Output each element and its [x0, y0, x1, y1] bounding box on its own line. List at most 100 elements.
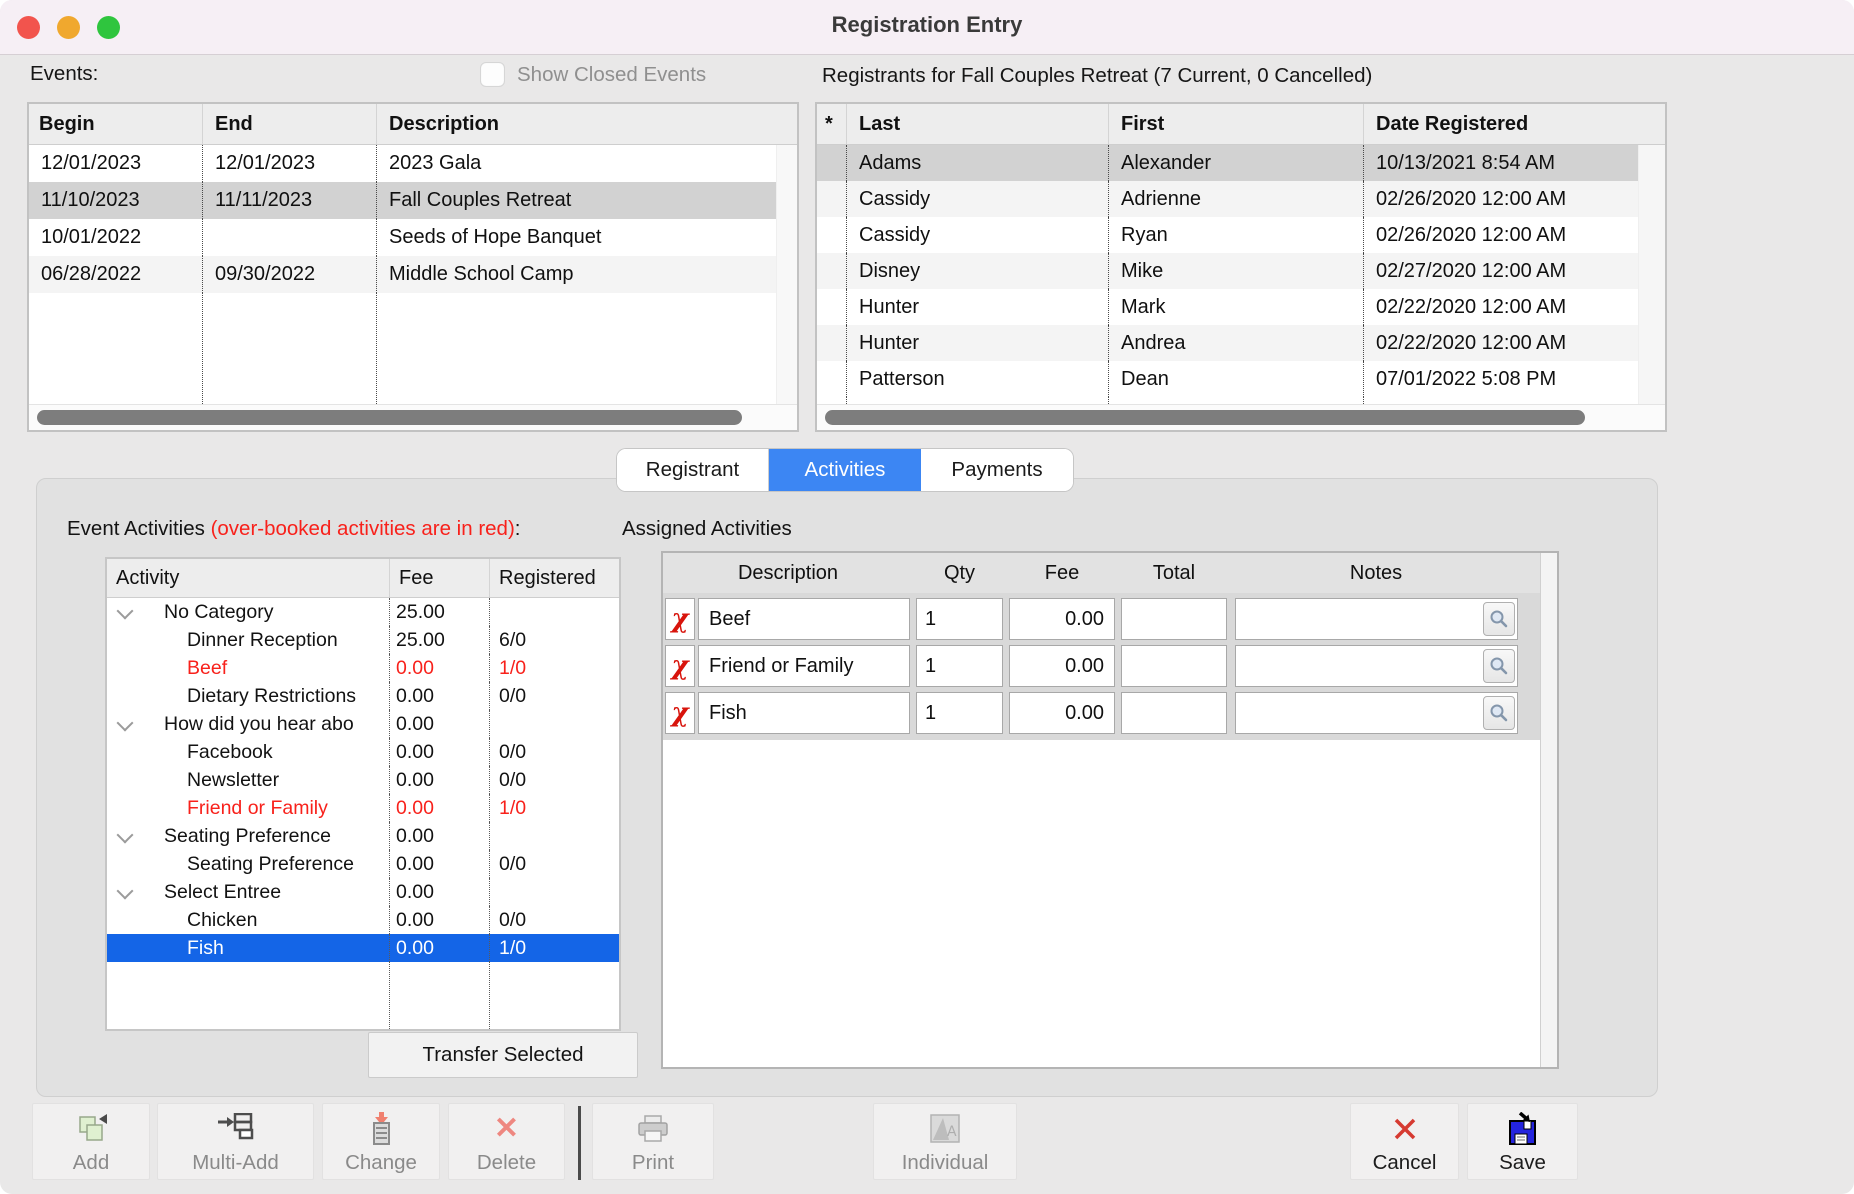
remove-activity-icon[interactable]: χ [671, 606, 688, 632]
table-row[interactable]: Patterson Dean 07/01/2022 5:08 PM [817, 361, 1665, 397]
event-end [203, 219, 377, 256]
activity-fee-cell: 0.00 [390, 682, 490, 710]
tab-payments[interactable]: Payments [921, 449, 1073, 491]
notes-magnifier-button[interactable] [1483, 696, 1515, 730]
registrant-flag [817, 361, 847, 397]
events-empty-area [29, 293, 797, 404]
activity-row[interactable]: No Category 25.00 [107, 598, 619, 626]
activity-row[interactable]: Dinner Reception 25.00 6/0 [107, 626, 619, 654]
activity-name-cell: Newsletter [107, 766, 390, 794]
assigned-notes-cell[interactable] [1235, 645, 1518, 687]
assigned-fee[interactable]: 0.00 [1009, 645, 1115, 687]
toolbar-separator [578, 1106, 581, 1180]
assigned-notes-cell[interactable] [1235, 692, 1518, 734]
assigned-vertical-scrollbar[interactable] [1540, 553, 1557, 1067]
activity-row[interactable]: Friend or Family 0.00 1/0 [107, 794, 619, 822]
assigned-fee[interactable]: 0.00 [1009, 692, 1115, 734]
remove-assigned-cell[interactable]: χ [665, 645, 695, 687]
events-scrollbar-thumb[interactable] [37, 410, 742, 425]
window-title: Registration Entry [0, 12, 1854, 38]
remove-activity-icon[interactable]: χ [671, 700, 688, 726]
activity-row[interactable]: Newsletter 0.00 0/0 [107, 766, 619, 794]
table-row[interactable]: 10/01/2022 Seeds of Hope Banquet [29, 219, 797, 256]
assigned-activities-label: Assigned Activities [622, 517, 792, 541]
assigned-table-header: Description Qty Fee Total Notes [663, 553, 1557, 593]
notes-magnifier-button[interactable] [1483, 649, 1515, 683]
event-description: Fall Couples Retreat [377, 182, 797, 219]
assigned-qty[interactable]: 1 [916, 598, 1003, 640]
transfer-selected-button[interactable]: Transfer Selected [368, 1032, 638, 1078]
table-row[interactable]: Hunter Mark 02/22/2020 12:00 AM [817, 289, 1665, 325]
table-row[interactable]: Cassidy Ryan 02/26/2020 12:00 AM [817, 217, 1665, 253]
table-row[interactable]: 11/10/2023 11/11/2023 Fall Couples Retre… [29, 182, 797, 219]
activity-row[interactable]: Facebook 0.00 0/0 [107, 738, 619, 766]
events-label: Events: [30, 62, 98, 86]
registrants-horizontal-scrollbar[interactable] [817, 404, 1665, 430]
registrants-scrollbar-thumb[interactable] [825, 410, 1585, 425]
activity-fee-cell: 0.00 [390, 850, 490, 878]
add-button[interactable]: Add [32, 1103, 150, 1180]
table-row[interactable]: Hunter Andrea 02/22/2020 12:00 AM [817, 325, 1665, 361]
notes-magnifier-button[interactable] [1483, 602, 1515, 636]
assigned-activity-row[interactable]: χ Beef 1 0.00 [663, 598, 1557, 640]
events-horizontal-scrollbar[interactable] [29, 404, 797, 430]
activity-row[interactable]: How did you hear abo 0.00 [107, 710, 619, 738]
activity-row[interactable]: Select Entree 0.00 [107, 878, 619, 906]
chevron-down-icon[interactable] [117, 603, 134, 620]
table-row[interactable]: Cassidy Adrienne 02/26/2020 12:00 AM [817, 181, 1665, 217]
assigned-activity-row[interactable]: χ Friend or Family 1 0.00 [663, 645, 1557, 687]
remove-assigned-cell[interactable]: χ [665, 598, 695, 640]
activity-row[interactable]: Seating Preference 0.00 [107, 822, 619, 850]
activity-row[interactable]: Fish 0.00 1/0 [107, 934, 619, 962]
tab-registrant[interactable]: Registrant [617, 449, 769, 491]
chevron-down-icon[interactable] [117, 883, 134, 900]
remove-activity-icon[interactable]: χ [671, 653, 688, 679]
activity-registered-cell: 0/0 [490, 738, 619, 766]
tab-activities[interactable]: Activities [769, 449, 921, 491]
table-row[interactable]: 12/01/2023 12/01/2023 2023 Gala [29, 145, 797, 182]
activity-fee-cell: 0.00 [390, 822, 490, 850]
show-closed-events-checkbox[interactable] [480, 62, 505, 87]
delete-button[interactable]: ✕ Delete [448, 1103, 565, 1180]
cancel-button[interactable]: Cancel [1350, 1103, 1459, 1180]
activities-empty-area [107, 962, 619, 1029]
print-button[interactable]: Print [592, 1103, 714, 1180]
activity-row[interactable]: Seating Preference 0.00 0/0 [107, 850, 619, 878]
table-row[interactable]: Disney Mike 02/27/2020 12:00 AM [817, 253, 1665, 289]
event-begin: 11/10/2023 [29, 182, 203, 219]
table-row[interactable]: Adams Alexander 10/13/2021 8:54 AM [817, 145, 1665, 181]
assigned-qty[interactable]: 1 [916, 645, 1003, 687]
table-row[interactable]: 06/28/2022 09/30/2022 Middle School Camp [29, 256, 797, 293]
activity-name-cell: Dinner Reception [107, 626, 390, 654]
assigned-description: Beef [698, 598, 910, 640]
activity-row[interactable]: Beef 0.00 1/0 [107, 654, 619, 682]
magnifier-icon [1489, 656, 1509, 676]
chevron-down-icon[interactable] [117, 827, 134, 844]
assigned-activity-row[interactable]: χ Fish 1 0.00 [663, 692, 1557, 734]
individual-button[interactable]: A Individual [873, 1103, 1017, 1180]
activity-name-cell: Friend or Family [107, 794, 390, 822]
activity-row[interactable]: Dietary Restrictions 0.00 0/0 [107, 682, 619, 710]
assigned-grid: Description Qty Fee Total Notes χ Beef 1… [663, 553, 1557, 740]
events-vertical-scrollbar[interactable] [776, 145, 797, 404]
save-button[interactable]: Save [1467, 1103, 1578, 1180]
chevron-down-icon[interactable] [117, 715, 134, 732]
assigned-description: Fish [698, 692, 910, 734]
event-description: Middle School Camp [377, 256, 797, 293]
assigned-notes-cell[interactable] [1235, 598, 1518, 640]
activity-row[interactable]: Chicken 0.00 0/0 [107, 906, 619, 934]
column-header-end: End [203, 104, 377, 144]
show-closed-events-control[interactable]: Show Closed Events [480, 62, 706, 87]
registrant-flag [817, 325, 847, 361]
assigned-fee[interactable]: 0.00 [1009, 598, 1115, 640]
assigned-qty[interactable]: 1 [916, 692, 1003, 734]
registrants-label: Registrants for Fall Couples Retreat (7 … [822, 64, 1372, 88]
registrant-last: Adams [847, 145, 1109, 181]
assigned-description: Friend or Family [698, 645, 910, 687]
remove-assigned-cell[interactable]: χ [665, 692, 695, 734]
registrants-vertical-scrollbar[interactable] [1638, 145, 1665, 404]
registrant-date: 10/13/2021 8:54 AM [1364, 145, 1665, 181]
registrant-first: Alexander [1109, 145, 1364, 181]
change-button[interactable]: Change [322, 1103, 440, 1180]
multi-add-button[interactable]: Multi-Add [157, 1103, 314, 1180]
